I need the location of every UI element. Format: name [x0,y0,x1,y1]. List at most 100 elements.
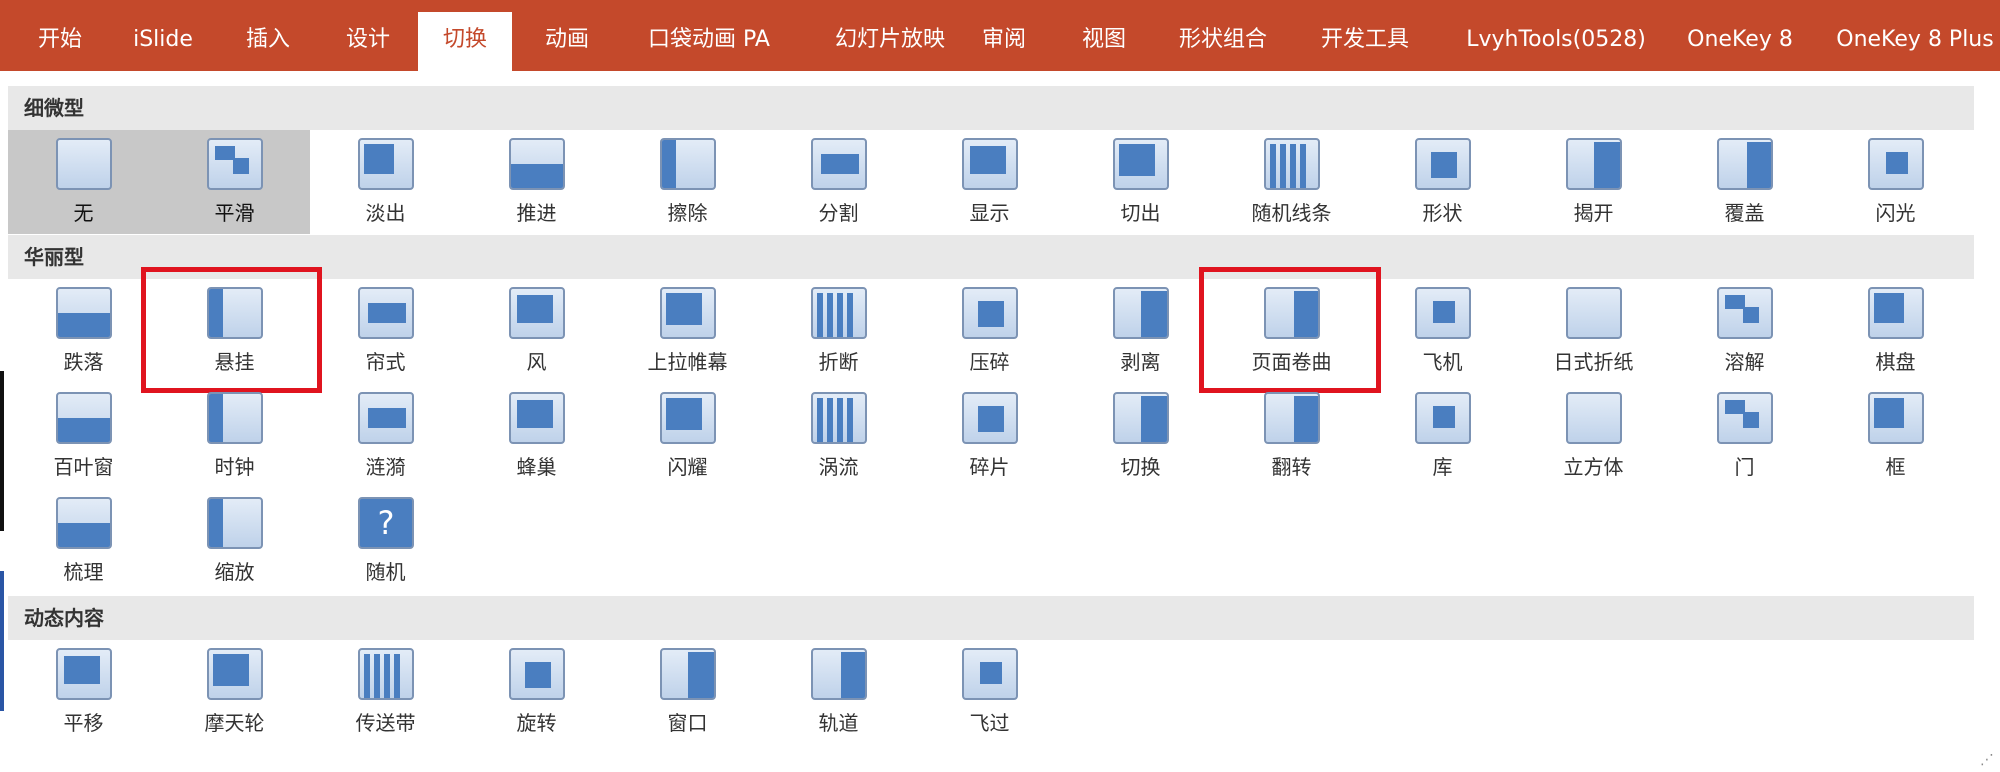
tab-0[interactable]: 开始 [22,12,98,71]
transition-0-10[interactable]: 揭开 [1518,130,1669,234]
transition-1-10[interactable]: 日式折纸 [1518,279,1669,383]
transition-0-2[interactable]: 淡出 [310,130,461,234]
transition-2-3[interactable]: 旋转 [461,640,612,744]
transition-preview-icon [1566,392,1622,444]
tab-13[interactable]: OneKey 8 [1678,12,1802,71]
transition-preview-icon [1717,287,1773,339]
transition-0-8[interactable]: 随机线条 [1216,130,1367,234]
tab-3[interactable]: 设计 [330,12,406,71]
transition-label: 摩天轮 [204,711,265,735]
transition-2-6[interactable]: 飞过 [914,640,1065,744]
transition-label: 剥离 [1120,350,1161,374]
transition-0-4[interactable]: 擦除 [612,130,763,234]
tab-5[interactable]: 动画 [529,12,605,71]
tab-1[interactable]: iSlide [121,12,205,71]
transition-label: 压碎 [969,350,1010,374]
transition-2-5[interactable]: 轨道 [763,640,914,744]
transition-0-3[interactable]: 推进 [461,130,612,234]
transition-label: 日式折纸 [1553,350,1634,374]
transition-0-0[interactable]: 无 [8,130,159,234]
transition-1-2[interactable]: 帘式 [310,279,461,383]
transition-1-25[interactable]: 框 [1820,384,1971,488]
transition-1-7[interactable]: 剥离 [1065,279,1216,383]
transition-0-11[interactable]: 覆盖 [1669,130,1820,234]
transition-1-20[interactable]: 切换 [1065,384,1216,488]
transition-1-0[interactable]: 跌落 [8,279,159,383]
transition-1-21[interactable]: 翻转 [1216,384,1367,488]
transition-0-1[interactable]: 平滑 [159,130,310,234]
transition-label: 淡出 [365,201,406,225]
transition-1-27[interactable]: 缩放 [159,489,310,593]
tab-12[interactable]: LvyhTools(0528) [1450,12,1662,71]
transition-1-18[interactable]: 涡流 [763,384,914,488]
transition-2-1[interactable]: 摩天轮 [159,640,310,744]
tab-9[interactable]: 视图 [1066,12,1142,71]
tab-11[interactable]: 开发工具 [1305,12,1425,71]
transition-label: 平滑 [214,201,255,225]
tab-2[interactable]: 插入 [230,12,306,71]
transition-preview-icon [509,138,565,190]
transition-1-6[interactable]: 压碎 [914,279,1065,383]
transition-1-28[interactable]: ? 随机 [310,489,461,593]
transition-0-12[interactable]: 闪光 [1820,130,1971,234]
transition-preview-icon [660,138,716,190]
tab-7[interactable]: 幻灯片放映 [808,12,972,71]
transition-1-11[interactable]: 溶解 [1669,279,1820,383]
transition-0-5[interactable]: 分割 [763,130,914,234]
transition-label: 涡流 [818,455,859,479]
transition-label: 覆盖 [1724,201,1765,225]
transition-1-15[interactable]: 涟漪 [310,384,461,488]
tab-4[interactable]: 切换 [418,12,512,71]
transition-label: 门 [1734,455,1755,479]
transition-preview-icon: ? [358,497,414,549]
transition-1-17[interactable]: 闪耀 [612,384,763,488]
transition-1-4[interactable]: 上拉帷幕 [612,279,763,383]
transition-preview-icon [1717,392,1773,444]
transition-0-9[interactable]: 形状 [1367,130,1518,234]
transition-1-19[interactable]: 碎片 [914,384,1065,488]
transition-1-24[interactable]: 门 [1669,384,1820,488]
transition-1-12[interactable]: 棋盘 [1820,279,1971,383]
transition-label: 百叶窗 [53,455,114,479]
transition-1-14[interactable]: 时钟 [159,384,310,488]
transition-0-7[interactable]: 切出 [1065,130,1216,234]
transition-2-4[interactable]: 窗口 [612,640,763,744]
transition-label: 风 [526,350,547,374]
transition-preview-icon [207,497,263,549]
transition-label: 帘式 [365,350,406,374]
transition-preview-icon [1113,138,1169,190]
transition-1-23[interactable]: 立方体 [1518,384,1669,488]
tab-8[interactable]: 审阅 [966,12,1042,71]
transition-1-9[interactable]: 飞机 [1367,279,1518,383]
transition-2-2[interactable]: 传送带 [310,640,461,744]
transition-preview-icon [1566,138,1622,190]
transition-1-26[interactable]: 梳理 [8,489,159,593]
transition-label: 闪耀 [667,455,708,479]
tab-14[interactable]: OneKey 8 Plus [1830,12,2000,71]
transition-preview-icon [1868,287,1924,339]
transition-preview-icon [1415,138,1471,190]
section-header-0: 细微型 [8,86,1974,130]
transition-1-16[interactable]: 蜂巢 [461,384,612,488]
transition-preview-icon [1264,392,1320,444]
transition-label: 蜂巢 [516,455,557,479]
transition-preview-icon [358,138,414,190]
transition-preview-icon [1415,287,1471,339]
transition-label: 显示 [969,201,1010,225]
transition-preview-icon [207,648,263,700]
transition-2-0[interactable]: 平移 [8,640,159,744]
transition-preview-icon [811,392,867,444]
transition-preview-icon [660,392,716,444]
transition-0-6[interactable]: 显示 [914,130,1065,234]
transition-preview-icon [811,648,867,700]
transition-1-22[interactable]: 库 [1367,384,1518,488]
tab-10[interactable]: 形状组合 [1163,12,1283,71]
transition-1-13[interactable]: 百叶窗 [8,384,159,488]
transition-preview-icon [1566,287,1622,339]
transition-1-3[interactable]: 风 [461,279,612,383]
transition-label: 梳理 [63,560,104,584]
tab-6[interactable]: 口袋动画 PA [627,12,791,71]
transition-1-5[interactable]: 折断 [763,279,914,383]
transition-preview-icon [56,392,112,444]
resize-grip-icon[interactable]: ⋰ [1980,752,1994,768]
